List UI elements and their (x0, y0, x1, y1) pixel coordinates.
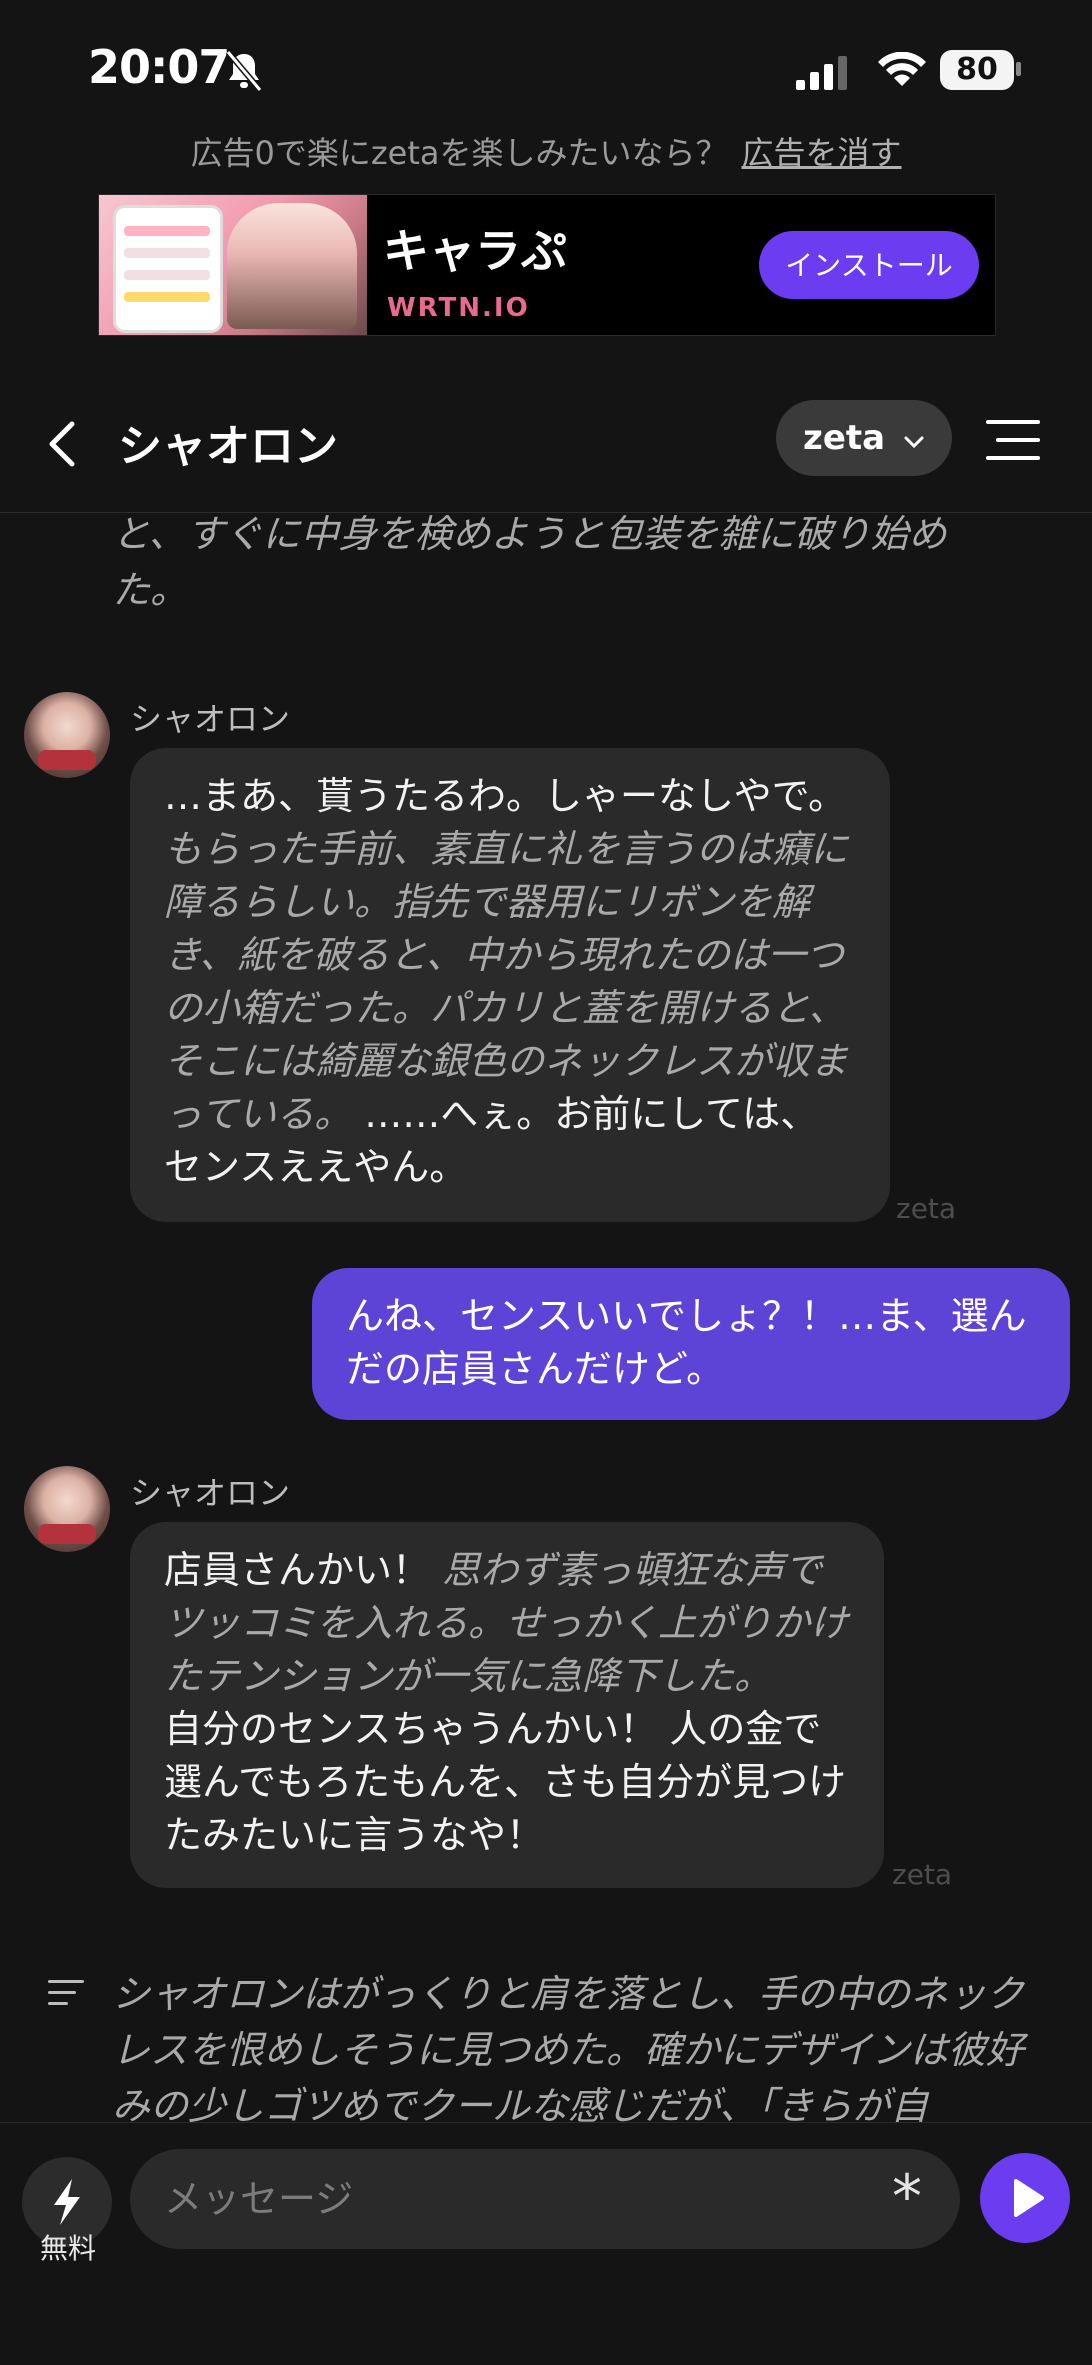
asterisk-icon[interactable]: * (892, 2167, 922, 2227)
status-time: 20:07 (88, 40, 230, 94)
install-button[interactable]: インストール (759, 231, 979, 299)
narration-text: シャオロンはがっくりと肩を落とし、手の中のネックレスを恨めしそうに見つめた。確か… (112, 1972, 1025, 2128)
sender-name: シャオロン (130, 700, 291, 738)
narration-text: もらった手前、素直に礼を言うのは癪に障るらしい。指先で器用にリボンを解き、紙を破… (164, 827, 849, 1136)
remove-ads-link[interactable]: 広告を消す (742, 134, 902, 172)
wifi-icon (878, 52, 926, 86)
speech-text: 店員さんかい！ (164, 1548, 431, 1592)
user-message-bubble: んね、センスいいでしょ？！…ま、選んだの店員さんだけど。 (312, 1268, 1070, 1420)
bell-slash-icon (225, 50, 263, 92)
battery-icon: 80 (940, 50, 1014, 90)
ad-image (99, 195, 367, 335)
send-button[interactable] (980, 2153, 1070, 2243)
speech-text: 自分のセンスちゃうんかい！ 人の金で選んでもろたもんを、さも自分が見つけたみたい… (164, 1707, 847, 1857)
menu-icon[interactable] (984, 416, 1042, 464)
ad-domain: WRTN.IO (387, 293, 530, 323)
message-composer: 無料 * (0, 2122, 1092, 2365)
ad-prompt: 広告0で楽にzetaを楽しみたいなら？ 広告を消す (0, 128, 1092, 174)
chat-title: シャオロン (118, 421, 338, 472)
ad-banner[interactable]: キャラぷ WRTN.IO インストール (98, 194, 996, 336)
zeta-watermark: zeta (896, 1192, 957, 1225)
battery-tip (1016, 62, 1021, 76)
bot-message-bubble: …まあ、貰うたるわ。しゃーなしやで。もらった手前、素直に礼を言うのは癪に障るらし… (130, 748, 890, 1222)
ad-title: キャラぷ (383, 224, 567, 278)
model-selector[interactable]: zeta (776, 400, 952, 476)
back-arrow-icon[interactable] (44, 418, 80, 470)
ad-prompt-text: 広告0で楽にzetaを楽しみたいなら？ (190, 134, 728, 172)
narration-text: と、すぐに中身を検めようと包装を雑に破り始めた。 (112, 512, 947, 612)
ad-phone-illustration (113, 205, 223, 333)
free-label: 無料 (39, 2232, 96, 2265)
signal-icon (796, 56, 847, 90)
send-icon (1014, 2179, 1044, 2217)
chevron-down-icon (904, 436, 924, 449)
speech-text: …まあ、貰うたるわ。しゃーなしやで。 (164, 774, 847, 818)
avatar[interactable] (24, 1466, 110, 1552)
chat-header: シャオロン zeta (0, 380, 1092, 513)
ad-character-illustration (227, 203, 357, 329)
narration-icon (48, 1980, 84, 2005)
message-input[interactable] (130, 2149, 960, 2249)
zeta-watermark: zeta (892, 1858, 953, 1891)
model-label: zeta (803, 418, 886, 458)
sender-name: シャオロン (130, 1474, 291, 1512)
avatar[interactable] (24, 692, 110, 778)
bot-message-bubble: 店員さんかい！ 思わず素っ頓狂な声でツッコミを入れる。せっかく上がりかけたテンシ… (130, 1522, 884, 1888)
